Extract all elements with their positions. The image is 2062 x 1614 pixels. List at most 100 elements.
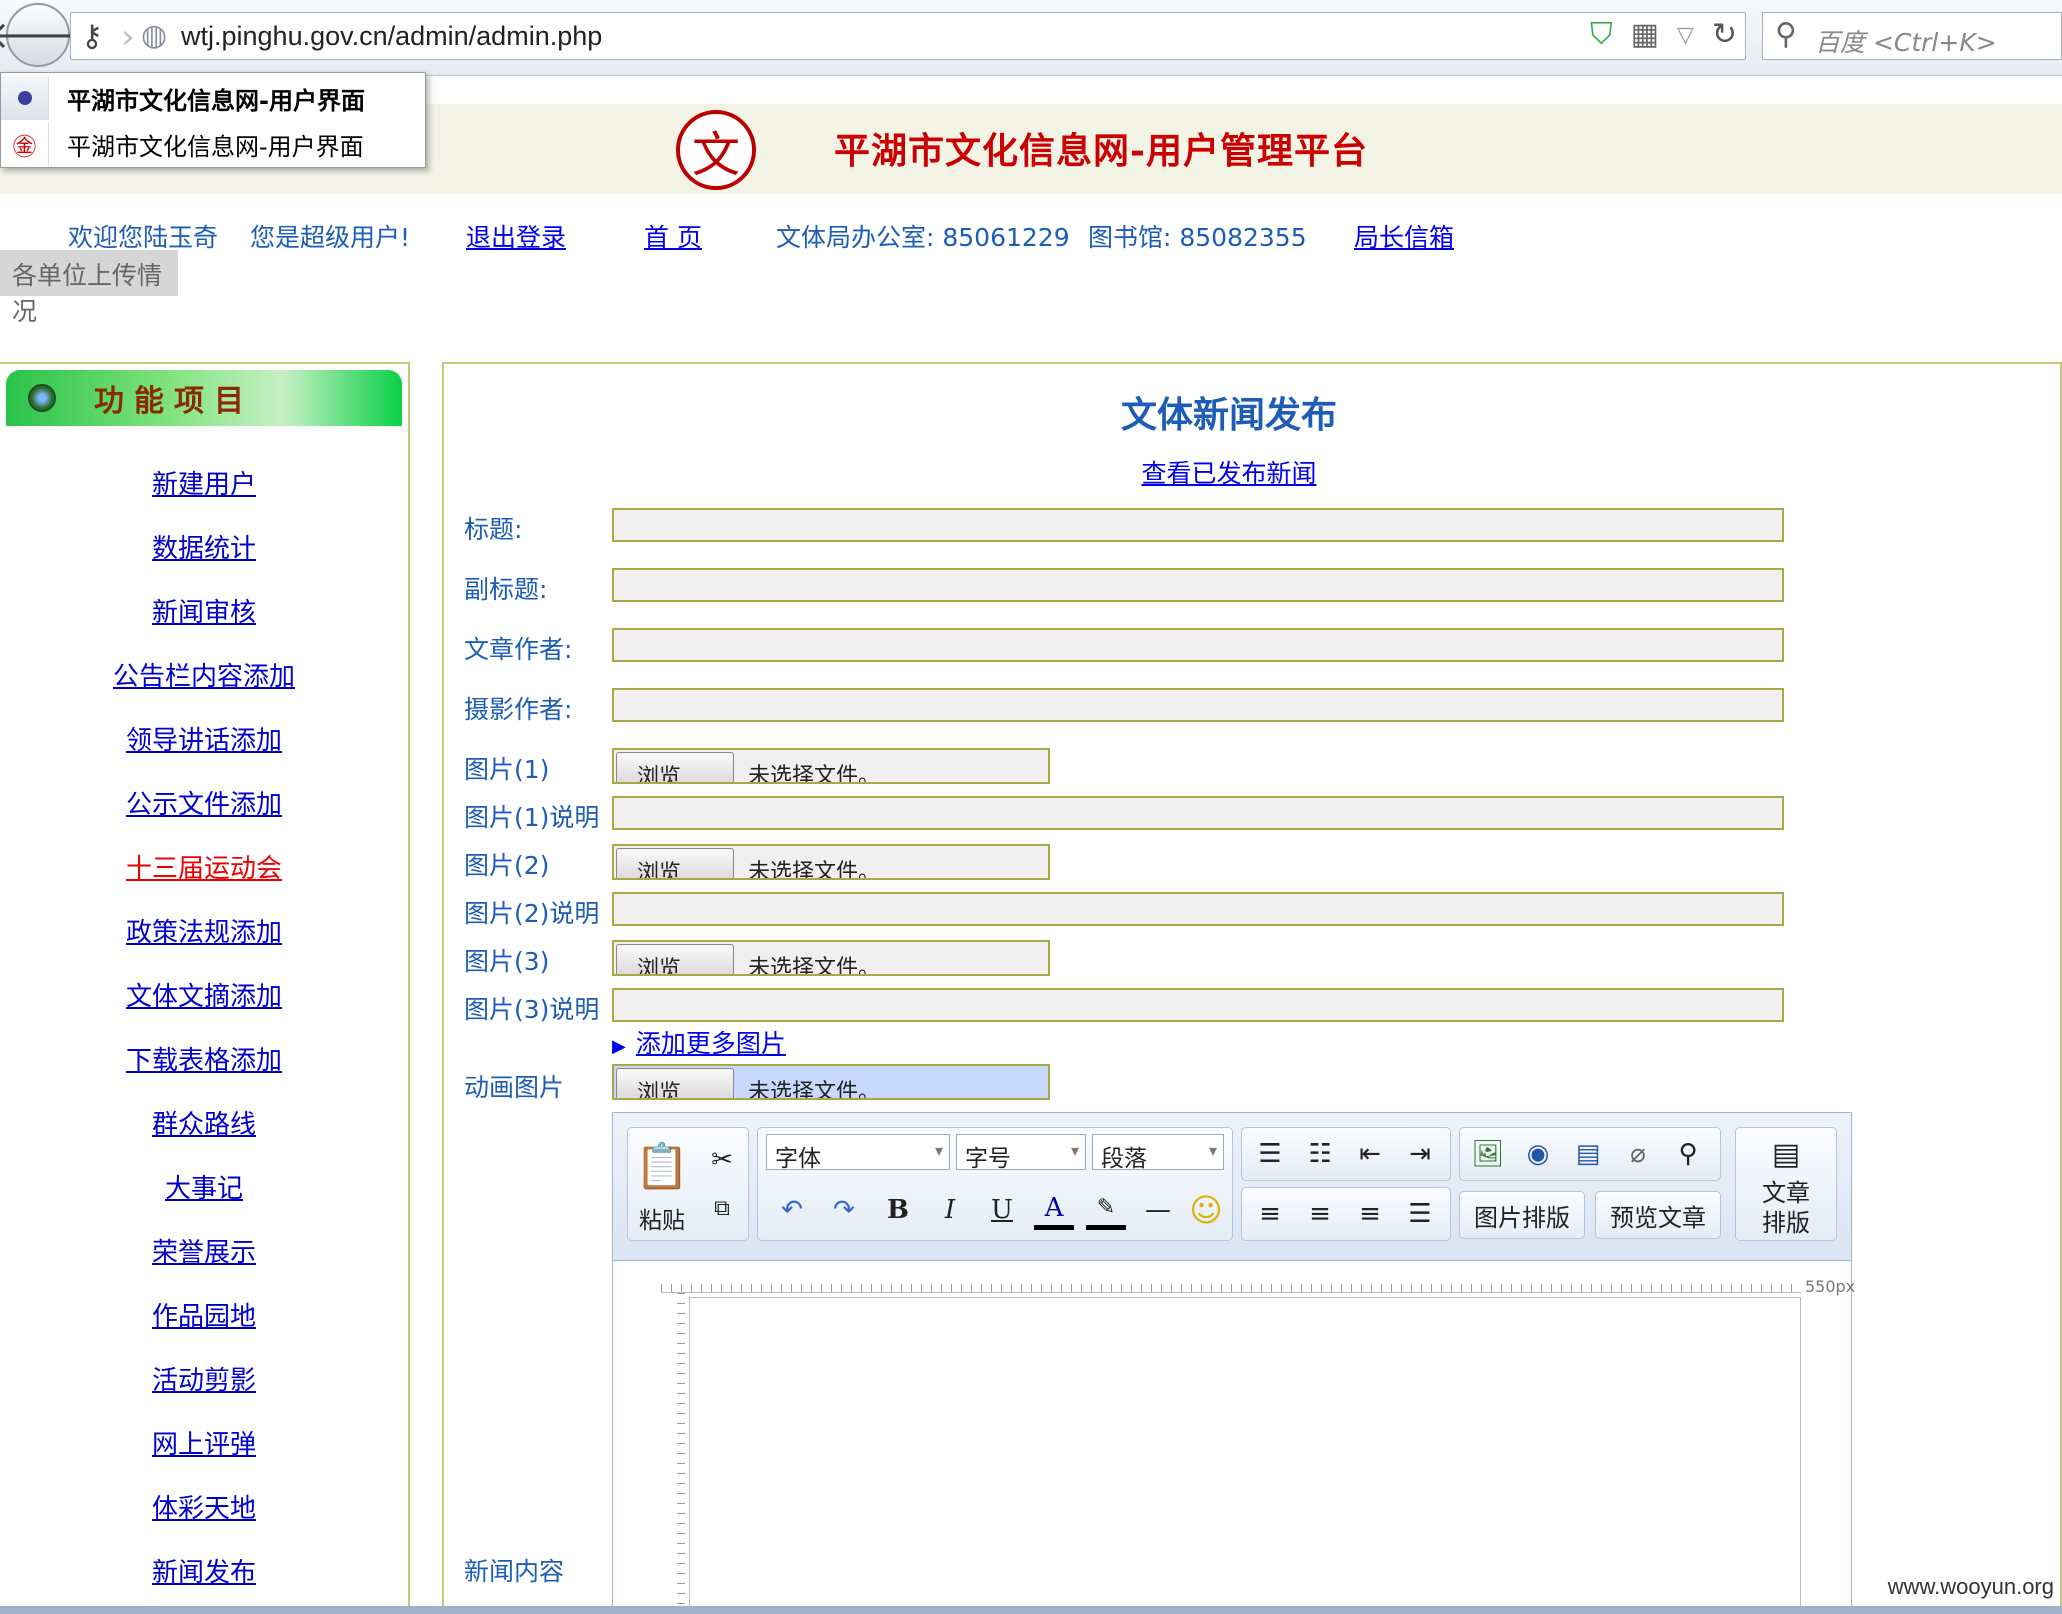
sidebar-item-news-publish[interactable]: 新闻发布 [0, 1552, 408, 1614]
sidebar-item-label[interactable]: 下载表格添加 [126, 1046, 282, 1076]
image1-desc-input[interactable] [612, 796, 1784, 830]
image1-file-input[interactable]: 浏览 未选择文件。 [612, 748, 1050, 784]
sidebar-item-label[interactable]: 体彩天地 [152, 1494, 256, 1524]
indent-icon[interactable]: ⇥ [1398, 1134, 1442, 1174]
search-icon[interactable]: ⚲ [1666, 1134, 1710, 1174]
author-input[interactable] [612, 628, 1784, 662]
browse-button[interactable]: 浏览 [616, 1068, 734, 1098]
preview-article-button[interactable]: 预览文章 [1595, 1191, 1721, 1239]
add-more-images[interactable]: ▶ 添加更多图片 [612, 1024, 786, 1060]
sidebar-item-works[interactable]: 作品园地 [0, 1296, 408, 1360]
font-size-select[interactable]: 字号 [956, 1134, 1086, 1172]
address-bar[interactable]: ⚷ › ◍ wtj.pinghu.gov.cn/admin/admin.php … [70, 12, 1746, 60]
font-color-button[interactable]: A [1034, 1190, 1074, 1230]
bold-button[interactable]: B [878, 1190, 918, 1230]
sidebar-item-label[interactable]: 文体文摘添加 [126, 982, 282, 1012]
sidebar-item-lottery[interactable]: 体彩天地 [0, 1488, 408, 1552]
sidebar-item-label[interactable]: 公告栏内容添加 [113, 662, 295, 692]
copy-icon[interactable]: ⧉ [702, 1190, 742, 1226]
article-layout-button[interactable]: ▤ 文章 排版 [1735, 1127, 1837, 1241]
redo-icon[interactable]: ↷ [824, 1190, 864, 1230]
justify-icon[interactable]: ☰ [1398, 1194, 1442, 1234]
undo-icon[interactable]: ↶ [772, 1190, 812, 1230]
upload-status-button[interactable]: 各单位上传情况 [0, 250, 178, 326]
align-center-icon[interactable]: ≡ [1298, 1194, 1342, 1234]
image-icon[interactable]: 🖼 [1466, 1134, 1510, 1174]
ordered-list-icon[interactable]: ☰ [1248, 1134, 1292, 1174]
emoticon-icon[interactable]: ☺ [1186, 1190, 1226, 1230]
home-link[interactable]: 首 页 [644, 218, 702, 254]
sidebar-item-label[interactable]: 活动剪影 [152, 1366, 256, 1396]
back-button[interactable]: 🡐 [0, 3, 89, 67]
browse-button[interactable]: 浏览 [616, 944, 734, 974]
subtitle-input[interactable] [612, 568, 1784, 602]
sidebar-item-label[interactable]: 作品园地 [152, 1302, 256, 1332]
sidebar-item-notice-file-add[interactable]: 公示文件添加 [0, 784, 408, 848]
paste-button[interactable]: 粘贴 [632, 1202, 692, 1234]
sidebar-item-bulletin-add[interactable]: 公告栏内容添加 [0, 656, 408, 720]
sidebar-item-label[interactable]: 政策法规添加 [126, 918, 282, 948]
sidebar-item-label[interactable]: 领导讲话添加 [126, 726, 282, 756]
sidebar-item-sports-games[interactable]: 十三届运动会 [0, 848, 408, 912]
qr-code-icon[interactable]: ▦ [1631, 17, 1659, 52]
tab-list-item[interactable]: 平湖市文化信息网-用户界面 [1, 75, 425, 121]
sidebar-item-activity-photos[interactable]: 活动剪影 [0, 1360, 408, 1424]
dropdown-arrow-icon[interactable]: ▽ [1677, 17, 1694, 52]
horizontal-rule-icon[interactable]: — [1138, 1190, 1178, 1230]
image2-file-input[interactable]: 浏览 未选择文件。 [612, 844, 1050, 880]
sidebar-item-label[interactable]: 新建用户 [152, 470, 256, 500]
sidebar-item-label[interactable]: 数据统计 [152, 534, 256, 564]
animation-file-input[interactable]: 浏览 未选择文件。 [612, 1064, 1050, 1100]
shield-icon[interactable]: ⛉ [1590, 17, 1613, 52]
add-more-images-link[interactable]: 添加更多图片 [636, 1029, 786, 1058]
sidebar-item-label[interactable]: 新闻发布 [152, 1558, 256, 1588]
underline-button[interactable]: U [982, 1190, 1022, 1230]
sidebar-item-label[interactable]: 荣誉展示 [152, 1238, 256, 1268]
font-family-select[interactable]: 字体 [766, 1134, 950, 1172]
sidebar-item-leader-speech-add[interactable]: 领导讲话添加 [0, 720, 408, 784]
outdent-icon[interactable]: ⇤ [1348, 1134, 1392, 1174]
sidebar-item-digest-add[interactable]: 文体文摘添加 [0, 976, 408, 1040]
sidebar-item-label[interactable]: 网上评弹 [152, 1430, 256, 1460]
sidebar-item-news-review[interactable]: 新闻审核 [0, 592, 408, 656]
cut-icon[interactable]: ✂ [702, 1142, 742, 1178]
search-box[interactable]: ⚲ 百度 <Ctrl+K> [1762, 12, 2062, 60]
highlight-icon[interactable]: ✎ [1086, 1190, 1126, 1230]
browse-button[interactable]: 浏览 [616, 752, 734, 782]
view-published-link[interactable]: 查看已发布新闻 [1141, 459, 1316, 488]
key-icon[interactable]: ⚷ [81, 19, 103, 54]
title-input[interactable] [612, 508, 1784, 542]
photographer-input[interactable] [612, 688, 1784, 722]
sidebar-item-policy-add[interactable]: 政策法规添加 [0, 912, 408, 976]
sidebar-item-statistics[interactable]: 数据统计 [0, 528, 408, 592]
paragraph-select[interactable]: 段落 [1092, 1134, 1224, 1172]
sidebar-item-label[interactable]: 公示文件添加 [126, 790, 282, 820]
image2-desc-input[interactable] [612, 892, 1784, 926]
table-icon[interactable]: ▤ [1566, 1134, 1610, 1174]
sidebar-item-label[interactable]: 十三届运动会 [126, 854, 282, 884]
sidebar-item-online-pingtan[interactable]: 网上评弹 [0, 1424, 408, 1488]
tab-title[interactable]: 平湖市文化信息网-用户界面 [49, 81, 365, 116]
attachment-icon[interactable]: ⌀ [1616, 1134, 1660, 1174]
reload-icon[interactable]: ↻ [1712, 17, 1737, 52]
italic-button[interactable]: I [930, 1190, 970, 1230]
tab-list-item[interactable]: ㊎ 平湖市文化信息网-用户界面 [1, 121, 425, 167]
director-mailbox-link[interactable]: 局长信箱 [1354, 218, 1454, 254]
sidebar-item-new-user[interactable]: 新建用户 [0, 464, 408, 528]
align-right-icon[interactable]: ≡ [1348, 1194, 1392, 1234]
image3-file-input[interactable]: 浏览 未选择文件。 [612, 940, 1050, 976]
unordered-list-icon[interactable]: ☷ [1298, 1134, 1342, 1174]
tab-title[interactable]: 平湖市文化信息网-用户界面 [49, 127, 364, 162]
browse-button[interactable]: 浏览 [616, 848, 734, 878]
editor-content-area[interactable] [689, 1297, 1801, 1614]
logout-link[interactable]: 退出登录 [466, 218, 566, 254]
search-placeholder[interactable]: 百度 <Ctrl+K> [1815, 23, 1997, 59]
web-image-icon[interactable]: ◉ [1516, 1134, 1560, 1174]
image-layout-button[interactable]: 图片排版 [1459, 1191, 1585, 1239]
url-text[interactable]: wtj.pinghu.gov.cn/admin/admin.php [181, 21, 602, 52]
sidebar-item-label[interactable]: 新闻审核 [152, 598, 256, 628]
sidebar-item-label[interactable]: 群众路线 [152, 1110, 256, 1140]
sidebar-item-label[interactable]: 大事记 [165, 1174, 243, 1204]
image3-desc-input[interactable] [612, 988, 1784, 1022]
sidebar-item-honors[interactable]: 荣誉展示 [0, 1232, 408, 1296]
